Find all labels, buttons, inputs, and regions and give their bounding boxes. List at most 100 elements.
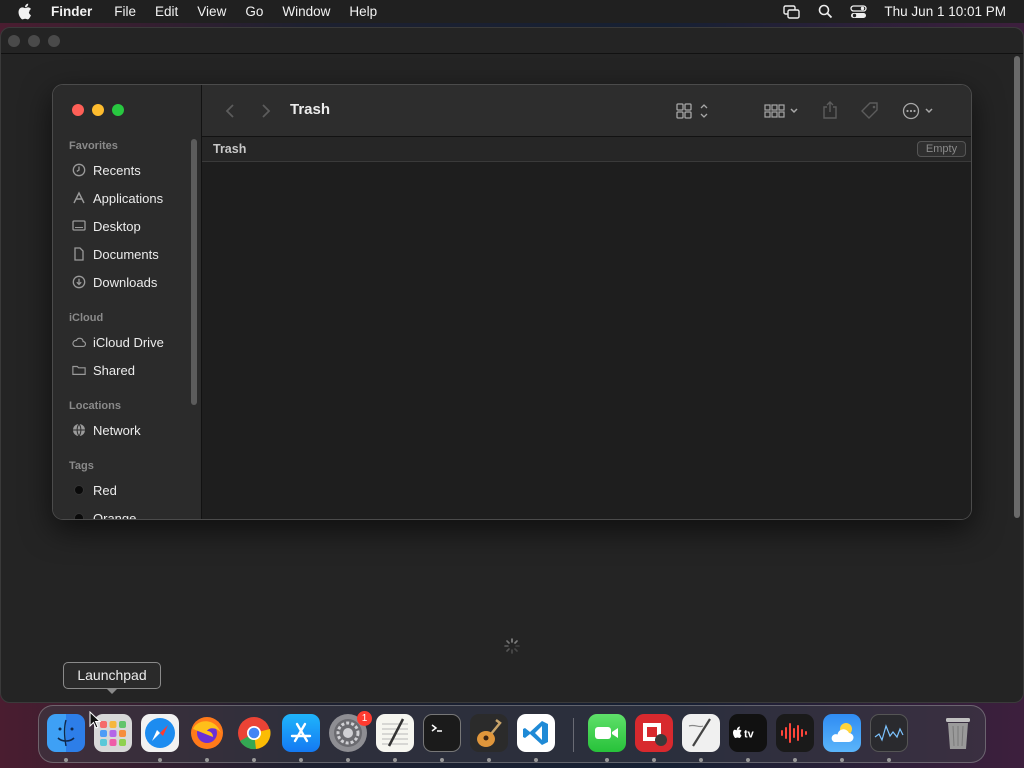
sidebar-item-documents[interactable]: Documents [72,245,159,263]
tag-button[interactable] [860,101,880,121]
dock-activity-monitor-icon[interactable] [870,714,908,752]
svg-text:tv: tv [744,729,755,741]
sidebar-item-label: Shared [93,362,135,378]
dock-textedit-icon[interactable] [376,714,414,752]
forward-button[interactable] [261,103,271,119]
sidebar-item-label: Desktop [93,218,141,234]
shared-folder-icon [72,363,86,377]
sidebar-item-recents[interactable]: Recents [72,161,141,179]
dock-safari-icon[interactable] [141,714,179,752]
running-indicator [746,758,750,762]
menu-edit[interactable]: Edit [155,4,178,19]
running-indicator [487,758,491,762]
more-actions-button[interactable] [902,102,938,120]
share-button[interactable] [822,100,838,120]
loading-spinner-icon [504,638,520,654]
running-indicator [605,758,609,762]
cloud-icon [72,335,86,349]
background-window-scrollbar[interactable] [1014,56,1020,518]
tag-dot-icon [72,511,86,519]
sidebar-heading-icloud: iCloud [69,312,104,324]
sidebar-item-tag-red[interactable]: Red [72,481,117,499]
running-indicator [534,758,538,762]
trash-header-bar: Trash Empty [202,137,971,162]
menu-help[interactable]: Help [349,4,377,19]
window-title: Trash [290,101,331,118]
dock-facetime-icon[interactable] [588,714,626,752]
menu-app-finder[interactable]: Finder [51,4,92,19]
sidebar-item-tag-orange[interactable]: Orange [72,509,136,519]
minimize-button[interactable] [92,104,104,116]
close-button[interactable] [72,104,84,116]
dock: 1 tv [38,705,986,763]
dock-vscode-icon[interactable] [517,714,555,752]
empty-trash-button[interactable]: Empty [917,141,966,157]
clock-icon [72,163,86,177]
running-indicator [393,758,397,762]
sidebar-heading-favorites: Favorites [69,140,118,152]
dock-weather-icon[interactable] [823,714,861,752]
sidebar-item-icloud-drive[interactable]: iCloud Drive [72,333,164,351]
apple-menu-icon[interactable] [17,0,35,23]
control-center-icon[interactable] [850,4,868,19]
sidebar-item-downloads[interactable]: Downloads [72,273,157,291]
inactive-minimize-button[interactable] [28,34,40,47]
background-window-titlebar [1,28,1023,54]
running-indicator [440,758,444,762]
desktop-icon [72,219,86,233]
menu-go[interactable]: Go [245,4,263,19]
dock-garageband-icon[interactable] [470,714,508,752]
document-icon [72,247,86,261]
finder-sidebar: Favorites Recents Applications Desktop D… [53,85,202,519]
dock-script-editor-icon[interactable] [682,714,720,752]
running-indicator [252,758,256,762]
sidebar-item-applications[interactable]: Applications [72,189,163,207]
menu-clock[interactable]: Thu Jun 1 10:01 PM [884,4,1006,19]
sidebar-scrollbar[interactable] [191,139,197,405]
dock-voice-memos-icon[interactable] [776,714,814,752]
sidebar-item-label: Applications [93,190,164,206]
dock-app-store-icon[interactable] [282,714,320,752]
spotlight-search-icon[interactable] [818,4,833,19]
group-by-button[interactable] [764,102,800,120]
inactive-zoom-button[interactable] [48,34,60,47]
dock-apple-tv-icon[interactable]: tv [729,714,767,752]
zoom-button[interactable] [112,104,124,116]
dock-firefox-icon[interactable] [188,714,226,752]
sidebar-item-label: Network [93,422,141,438]
file-list-area[interactable] [202,162,971,519]
sidebar-heading-tags: Tags [69,460,94,472]
trash-label: Trash [213,142,247,156]
screen-mirroring-icon[interactable] [783,4,801,19]
window-controls [72,104,132,116]
menu-window[interactable]: Window [282,4,330,19]
dock-separator [573,718,574,752]
running-indicator [793,758,797,762]
dock-finder-icon[interactable] [47,714,85,752]
running-indicator [158,758,162,762]
dock-trash-icon[interactable] [939,714,977,752]
running-indicator [652,758,656,762]
inactive-close-button[interactable] [8,34,20,47]
menu-view[interactable]: View [197,4,226,19]
download-icon [72,275,86,289]
dock-tooltip: Launchpad [63,662,161,694]
sidebar-item-label: Recents [93,162,141,178]
back-button[interactable] [225,103,235,119]
menu-file[interactable]: File [114,4,136,19]
finder-window: Favorites Recents Applications Desktop D… [52,84,972,520]
globe-icon [72,423,86,437]
sidebar-item-label: Documents [93,246,159,262]
finder-toolbar: Trash [202,85,971,137]
running-indicator [346,758,350,762]
sidebar-item-shared[interactable]: Shared [72,361,135,379]
dock-chrome-icon[interactable] [235,714,273,752]
dock-terminal-icon[interactable] [423,714,461,752]
sidebar-item-label: Downloads [93,274,158,290]
tag-dot-icon [72,483,86,497]
dock-photo-booth-icon[interactable] [635,714,673,752]
sidebar-item-desktop[interactable]: Desktop [72,217,141,235]
sidebar-item-network[interactable]: Network [72,421,141,439]
view-icons-button[interactable] [676,102,710,120]
sidebar-heading-locations: Locations [69,400,121,412]
